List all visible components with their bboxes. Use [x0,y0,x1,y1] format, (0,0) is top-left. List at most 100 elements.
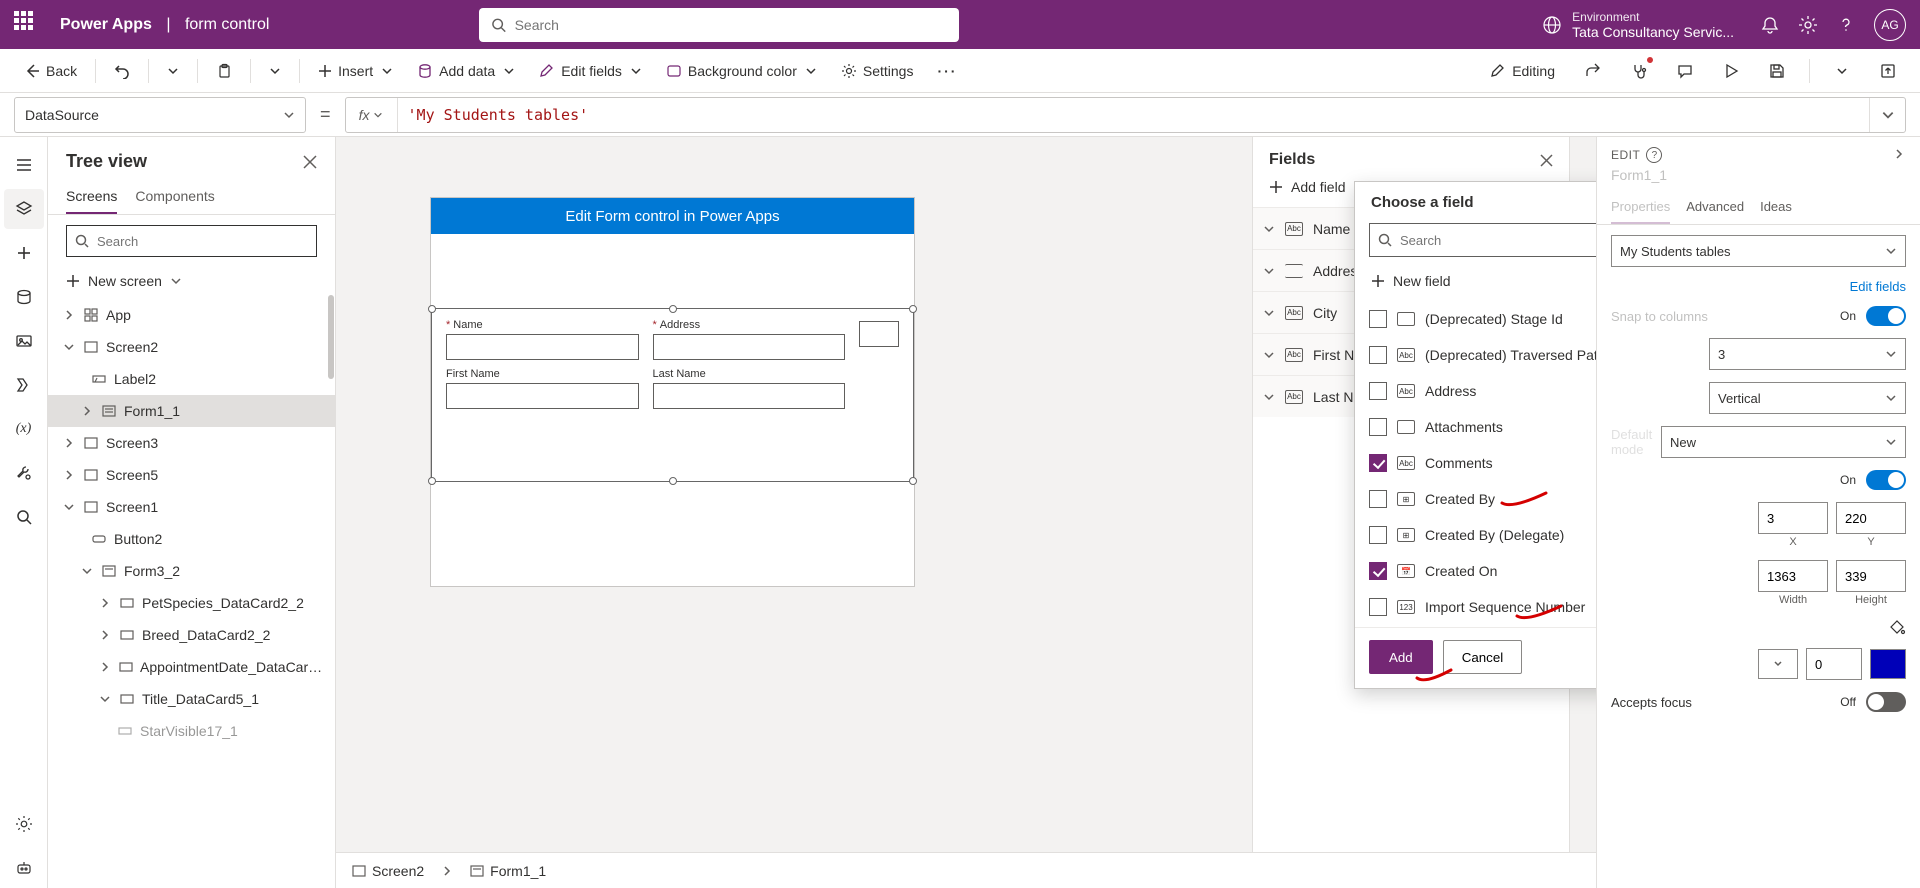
checkbox[interactable] [1369,598,1387,616]
width-input[interactable] [1758,560,1828,592]
name-input[interactable] [446,334,639,360]
columns-select[interactable]: 3 [1709,338,1906,370]
scrollbar-thumb[interactable] [328,295,334,379]
cancel-button[interactable]: Cancel [1443,640,1523,674]
checkbox-checked[interactable] [1369,454,1387,472]
tree-item-form3-2[interactable]: Form3_2 [48,555,335,587]
overflow-button[interactable]: ··· [927,53,967,89]
y-input[interactable] [1836,502,1906,534]
app-checker-button[interactable] [1621,53,1657,89]
close-icon[interactable] [303,155,317,169]
settings-button[interactable]: Settings [831,53,924,89]
tab-advanced[interactable]: Advanced [1686,191,1744,224]
property-selector[interactable]: DataSource [14,97,306,133]
tree-item-app[interactable]: App [48,299,335,331]
global-search-input[interactable] [515,17,948,33]
x-input[interactable] [1758,502,1828,534]
user-avatar[interactable]: AG [1874,9,1906,41]
editing-mode-button[interactable]: Editing [1480,53,1565,89]
global-search[interactable] [479,8,959,42]
layout-select[interactable]: Vertical [1709,382,1906,414]
last-name-input[interactable] [653,383,846,409]
form-field-address[interactable]: *Address [653,319,846,360]
form-field-first-name[interactable]: First Name [446,368,639,409]
tree-item-screen1[interactable]: Screen1 [48,491,335,523]
border-width-input[interactable] [1806,648,1862,680]
share-button[interactable] [1575,53,1611,89]
tab-components[interactable]: Components [135,180,214,214]
bucket-icon[interactable] [1888,618,1906,636]
resize-handle[interactable] [909,477,917,485]
paste-button[interactable] [206,53,242,89]
choose-item-import-seq[interactable]: 123Import Sequence Number [1369,589,1596,625]
tree-item-starvisible[interactable]: StarVisible17_1 [48,715,335,747]
tree-item-button2[interactable]: Button2 [48,523,335,555]
paste-split[interactable] [259,53,291,89]
help-icon[interactable]: ? [1646,147,1662,163]
form-field-name[interactable]: *Name [446,319,639,360]
preview-button[interactable] [1713,53,1749,89]
checkbox[interactable] [1369,382,1387,400]
formula-expand[interactable] [1869,98,1905,132]
choose-item-created-by-delegate[interactable]: ⊞Created By (Delegate) [1369,517,1596,553]
tree-item-screen3[interactable]: Screen3 [48,427,335,459]
choose-item-traversed[interactable]: Abc(Deprecated) Traversed Path [1369,337,1596,373]
visible-toggle[interactable] [1866,470,1906,490]
extra-input[interactable] [859,321,899,347]
choose-search[interactable] [1369,223,1596,257]
tree-item-petspecies[interactable]: PetSpecies_DataCard2_2 [48,587,335,619]
checkbox[interactable] [1369,418,1387,436]
new-field-button[interactable]: New field [1355,267,1596,299]
environment-picker[interactable]: Environment Tata Consultancy Servic... [1542,10,1734,40]
choose-item-address[interactable]: AbcAddress [1369,373,1596,409]
tree-search[interactable] [66,225,317,257]
rail-power-automate[interactable] [4,365,44,405]
snap-toggle[interactable] [1866,306,1906,326]
background-color-button[interactable]: Background color [656,53,827,89]
app-launcher-icon[interactable] [14,11,42,39]
resize-handle[interactable] [428,305,436,313]
back-button[interactable]: Back [14,53,87,89]
tree-item-form1-1[interactable]: Form1_1 [48,395,335,427]
undo-split[interactable] [157,53,189,89]
fx-label[interactable]: fx [346,98,398,132]
address-input[interactable] [653,334,846,360]
checkbox[interactable] [1369,526,1387,544]
resize-handle[interactable] [669,477,677,485]
tab-properties[interactable]: Properties [1611,191,1670,224]
formula-input[interactable]: 'My Students tables' [398,106,1869,124]
tree-item-titledc[interactable]: Title_DataCard5_1 [48,683,335,715]
rail-search[interactable] [4,497,44,537]
rail-advanced-tools[interactable] [4,453,44,493]
choose-item-attachments[interactable]: Attachments [1369,409,1596,445]
save-button[interactable] [1759,53,1795,89]
comments-button[interactable] [1667,53,1703,89]
form-selection[interactable]: *Name *Address First Name Last Name [431,308,914,482]
border-color-swatch[interactable] [1870,649,1906,679]
tree-item-appointment[interactable]: AppointmentDate_DataCard2_2 [48,651,335,683]
help-icon[interactable] [1836,15,1856,35]
choose-item-comments[interactable]: AbcComments [1369,445,1596,481]
save-split[interactable] [1824,53,1860,89]
breadcrumb-screen[interactable]: Screen2 [352,863,424,879]
choose-item-created-by[interactable]: ⊞Created By [1369,481,1596,517]
rail-data[interactable] [4,277,44,317]
border-style-select[interactable] [1758,649,1798,679]
rail-settings[interactable] [4,804,44,844]
default-mode-select[interactable]: New [1661,426,1906,458]
insert-button[interactable]: Insert [308,53,403,89]
resize-handle[interactable] [669,305,677,313]
tree-item-breed[interactable]: Breed_DataCard2_2 [48,619,335,651]
data-source-select[interactable]: My Students tables [1611,235,1906,267]
first-name-input[interactable] [446,383,639,409]
breadcrumb-form[interactable]: Form1_1 [470,863,546,879]
resize-handle[interactable] [428,477,436,485]
rail-media[interactable] [4,321,44,361]
height-input[interactable] [1836,560,1906,592]
tab-screens[interactable]: Screens [66,180,117,214]
edit-fields-button[interactable]: Edit fields [529,53,652,89]
undo-button[interactable] [104,53,140,89]
choose-item-stage[interactable]: (Deprecated) Stage Id [1369,301,1596,337]
publish-button[interactable] [1870,53,1906,89]
add-button[interactable]: Add [1369,640,1433,674]
